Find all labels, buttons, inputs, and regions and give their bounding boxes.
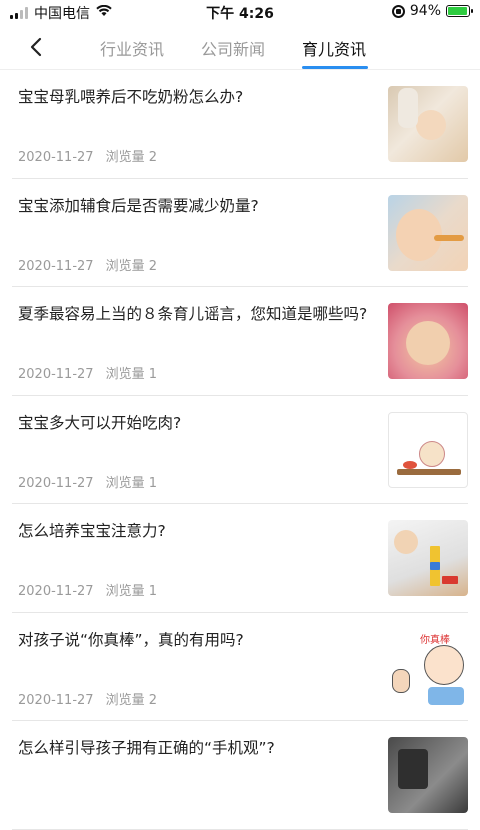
article-item[interactable]: 宝宝添加辅食后是否需要减少奶量? 2020-11-27 浏览量 2 [12,179,468,287]
article-meta: 2020-11-27 浏览量 1 [18,472,157,491]
article-title: 宝宝多大可以开始吃肉? [18,413,182,432]
article-views: 浏览量 2 [105,258,157,274]
article-thumbnail [388,86,468,162]
article-views: 浏览量 2 [105,692,157,708]
article-title: 怎么培养宝宝注意力? [18,522,166,540]
article-title: 宝宝母乳喂养后不吃奶粉怎么办? [18,88,244,106]
status-right: 94% [391,3,473,19]
article-date: 2020-11-27 [18,475,94,491]
chevron-left-icon [30,37,42,57]
article-date: 2020-11-27 [18,692,94,708]
article-thumbnail [388,411,468,488]
battery-percent: 94% [409,3,441,19]
article-item[interactable]: 宝宝多大可以开始吃肉? 2020-11-27 浏览量 1 [12,396,468,504]
tab-industry-news[interactable]: 行业资讯 [100,36,164,60]
thumbnail-caption: 你真棒 [420,634,450,646]
battery-icon [446,5,473,17]
article-item[interactable]: 对孩子说“你真棒”，真的有用吗? 2020-11-27 浏览量 2 你真棒 [12,613,468,721]
article-date: 2020-11-27 [18,367,94,382]
back-button[interactable] [26,36,48,58]
article-views: 浏览量 2 [105,150,157,165]
article-thumbnail [388,737,468,813]
top-nav: 行业资讯 公司新闻 育儿资讯 [0,24,480,70]
rotation-lock-icon [391,4,405,18]
article-date: 2020-11-27 [18,258,94,274]
article-list: 宝宝母乳喂养后不吃奶粉怎么办? 2020-11-27 浏览量 2 宝宝添加辅食后是… [0,70,480,830]
article-thumbnail [388,520,468,596]
article-meta: 2020-11-27 浏览量 2 [18,255,157,274]
article-meta: 2020-11-27 浏览量 1 [18,580,157,599]
article-item[interactable]: 怎么培养宝宝注意力? 2020-11-27 浏览量 1 [12,504,468,613]
article-thumbnail [388,194,468,271]
article-date: 2020-11-27 [18,584,94,599]
article-title: 对孩子说“你真棒”，真的有用吗? [18,630,244,649]
article-thumbnail [388,303,468,379]
article-meta: 2020-11-27 浏览量 2 [18,146,157,165]
article-meta: 2020-11-27 浏览量 1 [18,363,157,382]
status-bar: 中国电信 下午 4:26 94% [0,0,480,24]
article-meta [18,797,30,812]
tab-parenting-news[interactable]: 育儿资讯 [302,36,366,60]
article-views: 浏览量 1 [105,584,157,599]
article-meta: 2020-11-27 浏览量 2 [18,689,157,708]
article-title: 夏季最容易上当的８条育儿谣言，您知道是哪些吗? [18,305,368,323]
battery-fill [448,7,467,15]
tab-company-news[interactable]: 公司新闻 [201,36,265,60]
active-tab-indicator [302,66,368,69]
article-title: 怎么样引导孩子拥有正确的“手机观”? [18,739,275,757]
article-item[interactable]: 宝宝母乳喂养后不吃奶粉怎么办? 2020-11-27 浏览量 2 [12,70,468,179]
article-views: 浏览量 1 [105,367,157,382]
article-date: 2020-11-27 [18,150,94,165]
article-title: 宝宝添加辅食后是否需要减少奶量? [18,196,259,215]
article-views: 浏览量 1 [105,475,157,491]
article-thumbnail: 你真棒 [388,628,468,705]
article-item[interactable]: 怎么样引导孩子拥有正确的“手机观”? [12,721,468,830]
article-item[interactable]: 夏季最容易上当的８条育儿谣言，您知道是哪些吗? 2020-11-27 浏览量 1 [12,287,468,396]
